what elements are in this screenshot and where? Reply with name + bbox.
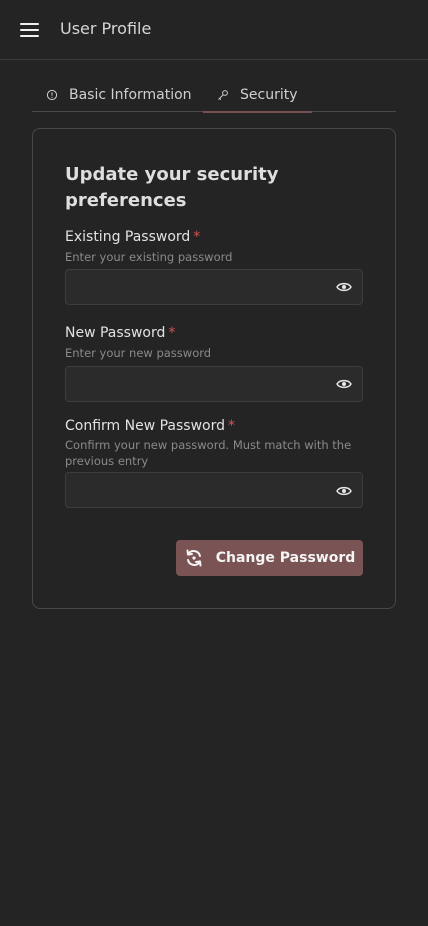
required-marker: * [168, 325, 176, 341]
existing-password-field[interactable] [65, 269, 363, 305]
confirm-password-hint: Confirm your new password. Must match wi… [65, 438, 352, 468]
security-form-card: Update your security preferences Existin… [32, 128, 396, 609]
tab-security[interactable]: Security [203, 78, 312, 113]
hamburger-menu-icon[interactable] [20, 21, 40, 39]
refresh-icon [184, 548, 204, 568]
eye-icon[interactable] [336, 281, 354, 293]
page-title: User Profile [60, 19, 152, 38]
eye-icon[interactable] [336, 485, 354, 497]
tab-label: Security [240, 86, 298, 103]
new-password-label: New Password * [65, 325, 175, 341]
new-password-hint: Enter your new password [65, 346, 212, 360]
existing-password-hint: Enter your existing password [65, 250, 233, 264]
confirm-password-label: Confirm New Password * [65, 418, 235, 434]
profile-tabs: Basic Information Security [32, 78, 396, 113]
new-password-field[interactable] [65, 366, 363, 402]
new-password-label-text: New Password [65, 325, 166, 341]
change-password-button[interactable]: Change Password [176, 540, 363, 576]
key-icon [217, 89, 229, 101]
change-password-label: Change Password [215, 550, 356, 566]
form-heading: Update your security preferences [65, 164, 279, 211]
top-bar: User Profile [0, 0, 428, 60]
confirm-password-field[interactable] [65, 472, 363, 508]
required-marker: * [193, 229, 201, 245]
eye-icon[interactable] [336, 378, 354, 390]
existing-password-label-text: Existing Password [65, 229, 191, 245]
existing-password-label: Existing Password * [65, 229, 200, 245]
confirm-password-label-text: Confirm New Password [65, 418, 226, 434]
info-icon [46, 89, 58, 101]
tab-basic-information[interactable]: Basic Information [46, 78, 192, 111]
tab-label: Basic Information [69, 86, 192, 103]
required-marker: * [228, 418, 236, 434]
